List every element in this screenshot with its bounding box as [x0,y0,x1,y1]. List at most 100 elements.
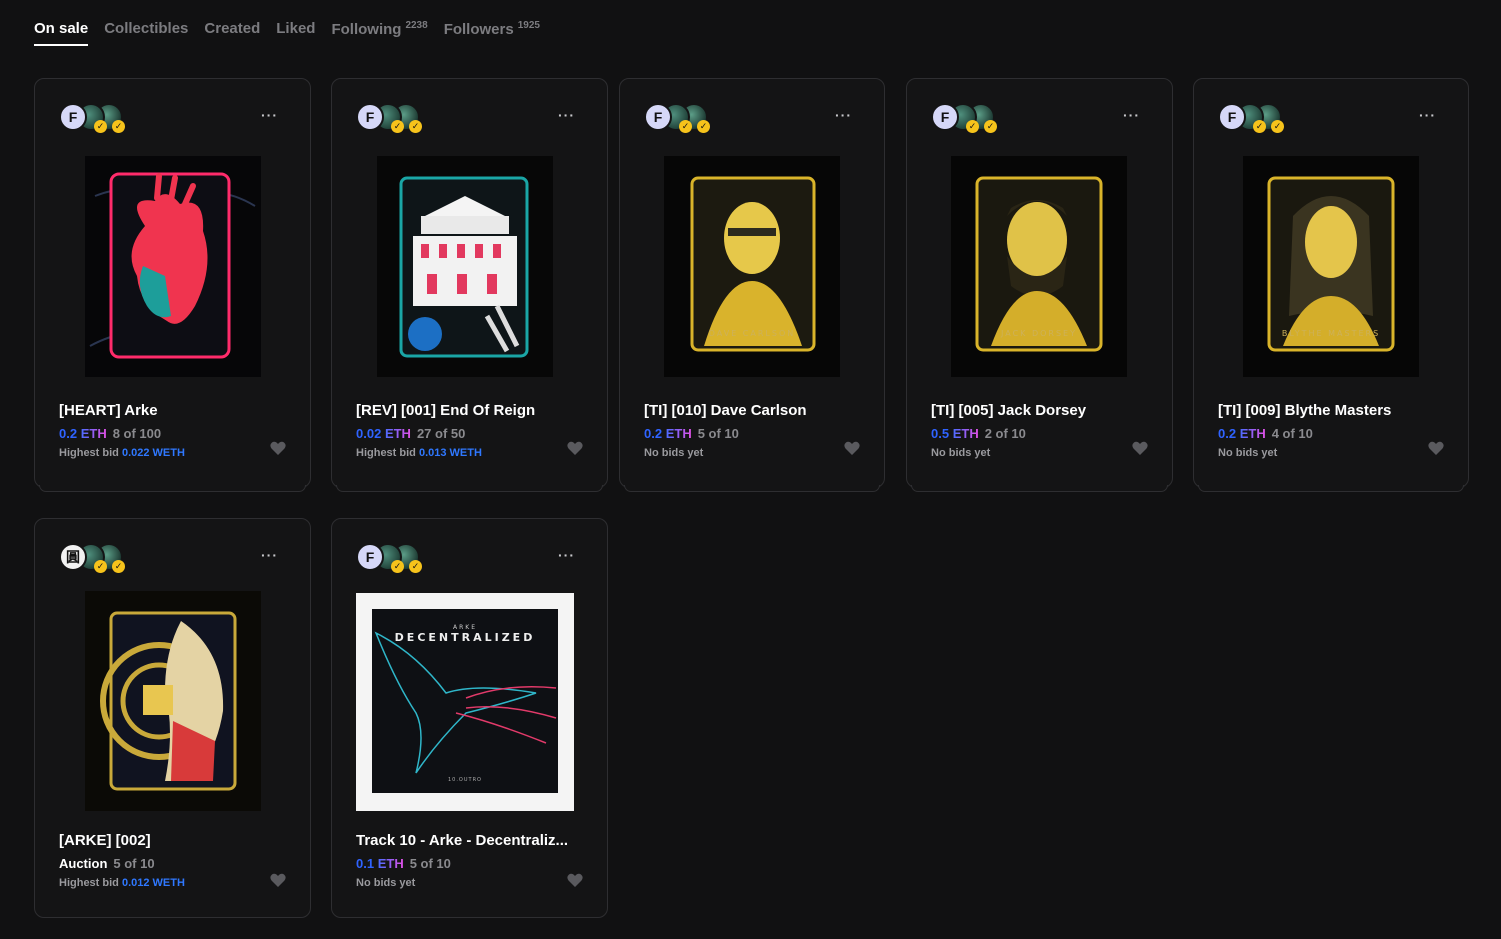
nft-card[interactable]: F ✓ ✓ ··· [REV] [001] End Of Reign 0.02 … [331,78,608,492]
price-line: Auction 5 of 10 [59,856,155,871]
portrait-artwork[interactable]: DAVE CARLSON [664,156,840,377]
tab-created[interactable]: Created [204,20,260,44]
heart-artwork-svg [85,156,261,377]
like-heart-icon[interactable] [1428,441,1444,456]
price-value: 0.02 [356,426,382,441]
bid-label: No bids yet [644,447,704,459]
nft-card[interactable]: F ✓ ✓ ··· DAVE CARLSON [TI] [010] Dave C… [619,78,885,492]
price-line: 0.2 ETH 8 of 100 [59,426,161,441]
bank-artwork[interactable] [377,156,553,377]
more-options-button[interactable]: ··· [558,547,575,563]
bid-info: Highest bid 0.012 WETH [59,877,185,889]
creator-avatars: 圓 ✓ ✓ [59,543,125,573]
album-title: DECENTRALIZED [395,631,536,644]
verified-icon: ✓ [679,120,692,133]
portrait-artwork[interactable]: JACK DORSEY [951,156,1127,377]
price-value: 0.2 [644,426,663,441]
price-currency: ETH [952,426,979,441]
owner-avatar[interactable]: F [356,103,384,131]
price-line: 0.1 ETH 5 of 10 [356,856,451,871]
nft-title[interactable]: [TI] [005] Jack Dorsey [931,402,1161,419]
tab-liked[interactable]: Liked [276,20,315,44]
like-heart-icon[interactable] [844,441,860,456]
owner-avatar[interactable]: F [59,103,87,131]
owner-initial: F [1227,109,1237,125]
more-options-button[interactable]: ··· [261,547,278,563]
more-options-button[interactable]: ··· [1419,107,1436,123]
owner-avatar[interactable]: F [1218,103,1246,131]
edition-count: 27 of 50 [416,426,466,441]
owner-avatar[interactable]: 圓 [59,543,87,571]
edition-count: 4 of 10 [1271,426,1313,441]
bid-label: No bids yet [1218,447,1278,459]
more-options-button[interactable]: ··· [261,107,278,123]
tab-label: Following [331,21,402,38]
bank-artwork-svg [377,156,553,377]
nft-title[interactable]: [REV] [001] End Of Reign [356,402,586,419]
bid-label: Highest bid [356,447,416,459]
creator-avatars: F ✓ ✓ [644,103,710,133]
owner-avatar[interactable]: F [356,543,384,571]
owner-avatar[interactable]: F [644,103,672,131]
bid-value: 0.022 WETH [121,447,185,459]
tab-label: Followers [443,21,514,38]
like-heart-icon[interactable] [1132,441,1148,456]
bid-info: Highest bid 0.013 WETH [356,447,482,459]
verified-icon: ✓ [1271,120,1284,133]
nft-card[interactable]: F ✓ ✓ ··· ARKE DECENTRALIZED 10.OUTRO Tr… [331,518,608,918]
tab-collectibles[interactable]: Collectibles [104,20,188,44]
bid-label: Highest bid [59,877,119,889]
auction-label: Auction [59,856,108,871]
heart-artwork[interactable] [85,156,261,377]
nft-title[interactable]: Track 10 - Arke - Decentraliz... [356,832,586,849]
owner-initial: F [653,109,663,125]
owner-initial: F [940,109,950,125]
bid-label: No bids yet [931,447,991,459]
tab-following[interactable]: Following 2238 [331,20,427,45]
bid-info: No bids yet [931,447,990,459]
more-options-button[interactable]: ··· [558,107,575,123]
bid-value: 0.012 WETH [121,877,185,889]
tab-label: Liked [276,20,316,37]
like-heart-icon[interactable] [567,441,583,456]
nft-title[interactable]: [ARKE] [002] [59,832,289,849]
price-currency: ETH [1239,426,1266,441]
tab-followers[interactable]: Followers 1925 [444,20,540,45]
price-value: 0.5 [931,426,950,441]
more-options-button[interactable]: ··· [1123,107,1140,123]
nft-card[interactable]: F ✓ ✓ ··· BLYTHE MASTERS [TI] [009] Blyt… [1193,78,1469,492]
edition-count: 5 of 10 [409,856,451,871]
nft-title[interactable]: [TI] [009] Blythe Masters [1218,402,1448,419]
art-caption: DAVE CARLSON [709,329,795,338]
tab-label: Created [204,20,261,37]
tab-label: On sale [34,20,89,37]
creator-avatars: F ✓ ✓ [59,103,125,133]
verified-icon: ✓ [984,120,997,133]
like-heart-icon[interactable] [270,441,286,456]
verified-icon: ✓ [112,560,125,573]
arke-artwork[interactable] [85,591,261,811]
nft-card[interactable]: F ✓ ✓ ··· JACK DORSEY [TI] [005] Jack Do… [906,78,1173,492]
portrait-artwork-svg: BLYTHE MASTERS [1243,156,1419,377]
more-options-button[interactable]: ··· [835,107,852,123]
art-caption: BLYTHE MASTERS [1282,329,1380,338]
owner-avatar[interactable]: F [931,103,959,131]
nft-card[interactable]: 圓 ✓ ✓ ··· [ARKE] [002] Auction 5 of 10 Hi… [34,518,311,918]
price-value: 0.2 [1218,426,1237,441]
like-heart-icon[interactable] [270,873,286,888]
edition-count: 5 of 10 [697,426,739,441]
price-line: 0.2 ETH 4 of 10 [1218,426,1313,441]
nft-card[interactable]: F ✓ ✓ ··· [HEART] Arke 0.2 ETH 8 of 100 H… [34,78,311,492]
album-track: 10.OUTRO [448,777,482,783]
nft-title[interactable]: [HEART] Arke [59,402,289,419]
album-artwork[interactable]: ARKE DECENTRALIZED 10.OUTRO [356,593,574,811]
tab-on-sale[interactable]: On sale [34,20,89,46]
bid-label: No bids yet [356,877,416,889]
nft-title[interactable]: [TI] [010] Dave Carlson [644,402,874,419]
creator-avatars: F ✓ ✓ [931,103,997,133]
portrait-artwork[interactable]: BLYTHE MASTERS [1243,156,1419,377]
bid-value: 0.013 WETH [418,447,482,459]
like-heart-icon[interactable] [567,873,583,888]
profile-tabs: On sale Collectibles Created Liked Follo… [34,20,540,46]
album-artwork-svg: ARKE DECENTRALIZED 10.OUTRO [356,593,574,811]
